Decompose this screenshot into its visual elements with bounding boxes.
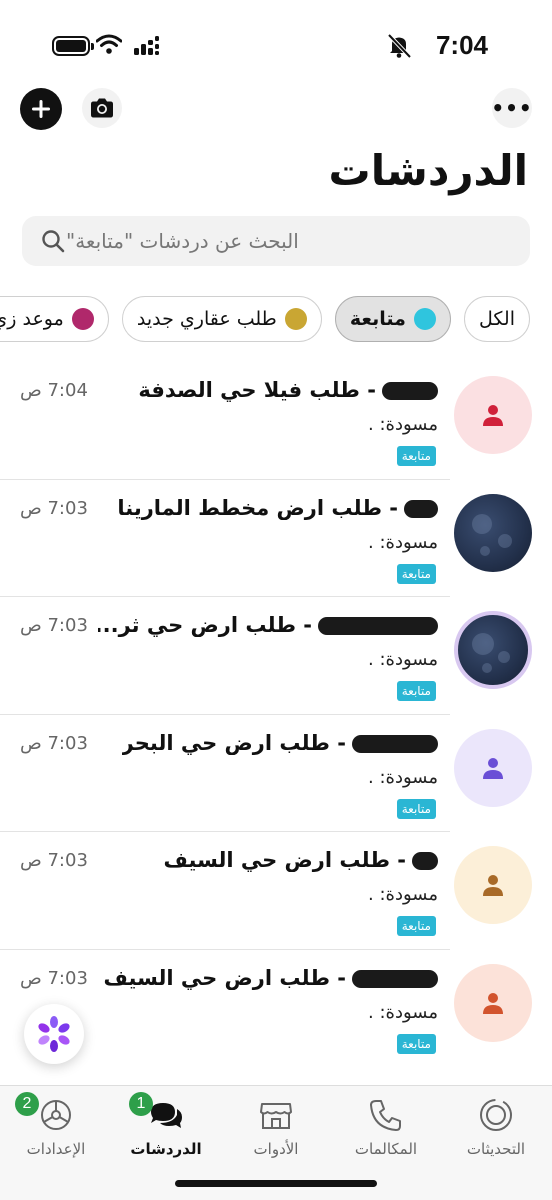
search-icon: [42, 230, 65, 253]
chat-name: - طلب ارض حي السيف: [164, 848, 438, 872]
chat-name: - طلب ارض مخطط المارينا: [117, 496, 438, 520]
tab-label: الإعدادات: [26, 1140, 86, 1158]
search-input[interactable]: البحث عن دردشات "متابعة": [22, 216, 530, 266]
chat-draft: مسودة: .: [368, 766, 438, 788]
bell-off-icon: [387, 33, 412, 59]
chat-draft: مسودة: .: [368, 414, 438, 435]
wifi-icon: [96, 34, 122, 54]
tab-label: الدردشات: [130, 1140, 202, 1158]
tab-label: المكالمات: [354, 1140, 418, 1158]
chat-label-tag: متابعة: [396, 446, 436, 466]
avatar: [454, 611, 532, 689]
tab-settings[interactable]: الإعدادات 2: [1, 1092, 111, 1164]
more-icon: •••: [491, 96, 533, 120]
redacted-mark: [318, 617, 438, 635]
chat-label-tag: متابعة: [396, 1033, 436, 1054]
chat-draft: مسودة: .: [368, 884, 438, 905]
home-indicator: [175, 1180, 377, 1187]
filter-chip-all[interactable]: الكل: [464, 296, 530, 342]
redacted-mark: [352, 969, 438, 988]
page-title: الدردشات: [328, 146, 528, 195]
chat-name: - طلب فيلا حي الصدفة: [138, 378, 438, 402]
chat-draft: مسودة: .: [368, 649, 438, 670]
filter-chip-label: طلب عقاري جديد: [136, 308, 277, 330]
phone-icon: [370, 1100, 401, 1131]
chat-time: 7:03 ص: [20, 850, 88, 871]
status-bar: 7:04: [0, 0, 552, 90]
ai-assistant-button[interactable]: [24, 1004, 84, 1064]
avatar: [454, 846, 532, 924]
chat-list: - طلب فيلا حي الصدفة 7:04 ص مسودة: . متا…: [0, 362, 552, 1067]
chat-time: 7:03 ص: [20, 497, 88, 519]
avatar: [454, 493, 532, 572]
chat-time: 7:04 ص: [20, 380, 88, 401]
color-dot-icon: [413, 308, 436, 330]
filter-chip-new-request[interactable]: طلب عقاري جديد: [121, 296, 322, 342]
tab-tools[interactable]: الأدوات: [221, 1092, 331, 1164]
person-icon: [483, 992, 503, 1014]
cellular-icon: [134, 36, 159, 55]
search-placeholder: البحث عن دردشات "متابعة": [66, 229, 299, 253]
chat-time: 7:03 ص: [20, 967, 88, 989]
camera-icon: [91, 98, 113, 118]
chat-label-tag: متابعة: [396, 916, 436, 936]
chat-name: - طلب ارض حي البحر: [122, 731, 438, 755]
tab-label: الأدوات: [253, 1140, 299, 1158]
more-options-button[interactable]: •••: [491, 88, 533, 128]
flower-icon: [38, 1016, 70, 1052]
chat-name: - طلب ارض حي ثر...: [98, 613, 438, 637]
unread-badge: 2: [15, 1092, 39, 1116]
chat-row[interactable]: - طلب ارض حي السيف 7:03 ص مسودة: . متابع…: [0, 950, 552, 1068]
filter-chip-label: الكل: [479, 308, 515, 330]
unread-badge: 1: [129, 1092, 153, 1116]
tab-calls[interactable]: المكالمات: [331, 1092, 441, 1164]
person-icon: [483, 757, 503, 779]
chat-draft: مسودة: .: [368, 1001, 438, 1023]
redacted-mark: [404, 499, 438, 518]
tab-updates[interactable]: التحديثات: [441, 1092, 551, 1164]
updates-icon: [480, 1099, 512, 1131]
redacted-mark: [412, 852, 438, 870]
chat-draft: مسودة: .: [368, 531, 438, 553]
plus-icon: [32, 100, 50, 118]
chat-label-tag: متابعة: [396, 681, 436, 701]
chat-row[interactable]: - طلب ارض حي السيف 7:03 ص مسودة: . متابع…: [0, 832, 552, 950]
tab-label: التحديثات: [466, 1140, 526, 1158]
chat-name: - طلب ارض حي السيف: [104, 966, 438, 990]
chat-row[interactable]: - طلب ارض حي البحر 7:03 ص مسودة: . متابع…: [0, 715, 552, 832]
filter-chips: الكل متابعة طلب عقاري جديد موعد زي: [0, 296, 530, 344]
chat-label-tag: متابعة: [396, 563, 436, 584]
redacted-mark: [352, 734, 438, 753]
tab-chats[interactable]: الدردشات 1: [111, 1092, 221, 1164]
chat-time: 7:03 ص: [20, 615, 88, 636]
chat-time: 7:03 ص: [20, 732, 88, 754]
filter-chip-label: متابعة: [349, 308, 406, 330]
store-icon: [260, 1103, 292, 1129]
filter-chip-follow-up[interactable]: متابعة: [334, 296, 451, 342]
camera-button[interactable]: [82, 88, 122, 128]
chat-row[interactable]: - طلب ارض حي ثر... 7:03 ص مسودة: . متابع…: [0, 597, 552, 715]
filter-chip-label: موعد زي: [0, 308, 64, 330]
new-chat-button[interactable]: [20, 88, 62, 130]
person-icon: [483, 875, 503, 896]
person-icon: [483, 405, 503, 426]
chat-row[interactable]: - طلب فيلا حي الصدفة 7:04 ص مسودة: . متا…: [0, 362, 552, 480]
avatar: [454, 728, 532, 807]
battery-icon: [52, 36, 94, 56]
filter-chip-appointment[interactable]: موعد زي: [0, 296, 109, 342]
redacted-mark: [382, 382, 438, 400]
avatar: [454, 963, 532, 1042]
settings-icon: [41, 1100, 71, 1130]
status-time: 7:04: [435, 30, 488, 60]
avatar: [454, 376, 532, 454]
chat-label-tag: متابعة: [396, 798, 436, 819]
chat-row[interactable]: - طلب ارض مخطط المارينا 7:03 ص مسودة: . …: [0, 480, 552, 597]
color-dot-icon: [284, 308, 307, 330]
color-dot-icon: [71, 308, 94, 330]
